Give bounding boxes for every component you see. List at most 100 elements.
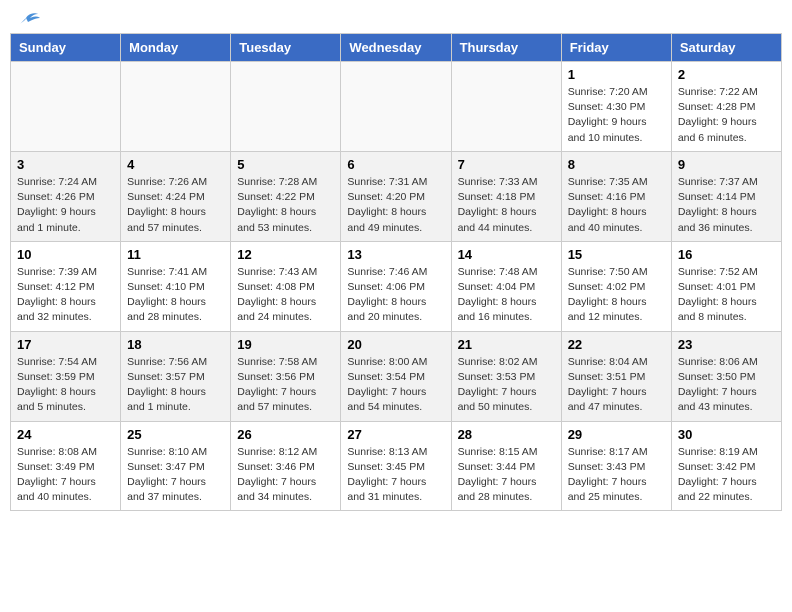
day-info: Sunrise: 7:58 AM Sunset: 3:56 PM Dayligh…	[237, 355, 334, 416]
day-number: 18	[127, 337, 224, 352]
day-info: Sunrise: 8:12 AM Sunset: 3:46 PM Dayligh…	[237, 445, 334, 506]
calendar-day: 17 Sunrise: 7:54 AM Sunset: 3:59 PM Dayli…	[11, 331, 121, 421]
empty-day	[231, 62, 341, 152]
day-number: 7	[458, 157, 555, 172]
calendar-day: 21 Sunrise: 8:02 AM Sunset: 3:53 PM Dayli…	[451, 331, 561, 421]
day-info: Sunrise: 8:10 AM Sunset: 3:47 PM Dayligh…	[127, 445, 224, 506]
empty-day	[121, 62, 231, 152]
day-info: Sunrise: 7:56 AM Sunset: 3:57 PM Dayligh…	[127, 355, 224, 416]
day-number: 3	[17, 157, 114, 172]
weekday-header: Wednesday	[341, 34, 451, 62]
day-number: 9	[678, 157, 775, 172]
day-number: 1	[568, 67, 665, 82]
day-info: Sunrise: 8:06 AM Sunset: 3:50 PM Dayligh…	[678, 355, 775, 416]
calendar-day: 18 Sunrise: 7:56 AM Sunset: 3:57 PM Dayli…	[121, 331, 231, 421]
calendar-day: 12 Sunrise: 7:43 AM Sunset: 4:08 PM Dayli…	[231, 241, 341, 331]
day-number: 8	[568, 157, 665, 172]
weekday-header: Saturday	[671, 34, 781, 62]
day-info: Sunrise: 7:28 AM Sunset: 4:22 PM Dayligh…	[237, 175, 334, 236]
day-number: 16	[678, 247, 775, 262]
day-info: Sunrise: 7:48 AM Sunset: 4:04 PM Dayligh…	[458, 265, 555, 326]
day-info: Sunrise: 7:43 AM Sunset: 4:08 PM Dayligh…	[237, 265, 334, 326]
day-number: 6	[347, 157, 444, 172]
calendar-day: 25 Sunrise: 8:10 AM Sunset: 3:47 PM Dayli…	[121, 421, 231, 511]
calendar-day: 29 Sunrise: 8:17 AM Sunset: 3:43 PM Dayli…	[561, 421, 671, 511]
day-number: 20	[347, 337, 444, 352]
day-number: 26	[237, 427, 334, 442]
calendar-day: 22 Sunrise: 8:04 AM Sunset: 3:51 PM Dayli…	[561, 331, 671, 421]
day-number: 19	[237, 337, 334, 352]
calendar-day: 4 Sunrise: 7:26 AM Sunset: 4:24 PM Daylig…	[121, 151, 231, 241]
day-info: Sunrise: 7:24 AM Sunset: 4:26 PM Dayligh…	[17, 175, 114, 236]
day-number: 24	[17, 427, 114, 442]
logo-bird-icon	[12, 10, 40, 32]
day-number: 29	[568, 427, 665, 442]
calendar-day: 30 Sunrise: 8:19 AM Sunset: 3:42 PM Dayli…	[671, 421, 781, 511]
day-number: 15	[568, 247, 665, 262]
empty-day	[11, 62, 121, 152]
calendar-day: 23Sunrise: 8:06 AM Sunset: 3:50 PM Dayli…	[671, 331, 781, 421]
calendar-day: 2 Sunrise: 7:22 AM Sunset: 4:28 PM Daylig…	[671, 62, 781, 152]
day-info: Sunrise: 7:52 AM Sunset: 4:01 PM Dayligh…	[678, 265, 775, 326]
day-number: 12	[237, 247, 334, 262]
weekday-header: Monday	[121, 34, 231, 62]
calendar-day: 1 Sunrise: 7:20 AM Sunset: 4:30 PM Daylig…	[561, 62, 671, 152]
day-number: 14	[458, 247, 555, 262]
day-info: Sunrise: 7:46 AM Sunset: 4:06 PM Dayligh…	[347, 265, 444, 326]
calendar-day: 16 Sunrise: 7:52 AM Sunset: 4:01 PM Dayli…	[671, 241, 781, 331]
day-number: 11	[127, 247, 224, 262]
day-info: Sunrise: 8:02 AM Sunset: 3:53 PM Dayligh…	[458, 355, 555, 416]
day-info: Sunrise: 8:00 AM Sunset: 3:54 PM Dayligh…	[347, 355, 444, 416]
day-info: Sunrise: 7:20 AM Sunset: 4:30 PM Dayligh…	[568, 85, 665, 146]
day-info: Sunrise: 7:35 AM Sunset: 4:16 PM Dayligh…	[568, 175, 665, 236]
weekday-header: Thursday	[451, 34, 561, 62]
day-number: 21	[458, 337, 555, 352]
day-info: Sunrise: 8:17 AM Sunset: 3:43 PM Dayligh…	[568, 445, 665, 506]
day-number: 17	[17, 337, 114, 352]
day-info: Sunrise: 8:19 AM Sunset: 3:42 PM Dayligh…	[678, 445, 775, 506]
calendar-day: 15 Sunrise: 7:50 AM Sunset: 4:02 PM Dayli…	[561, 241, 671, 331]
day-info: Sunrise: 7:22 AM Sunset: 4:28 PM Dayligh…	[678, 85, 775, 146]
day-number: 27	[347, 427, 444, 442]
day-info: Sunrise: 7:54 AM Sunset: 3:59 PM Dayligh…	[17, 355, 114, 416]
day-number: 4	[127, 157, 224, 172]
day-number: 22	[568, 337, 665, 352]
calendar-day: 5 Sunrise: 7:28 AM Sunset: 4:22 PM Daylig…	[231, 151, 341, 241]
day-info: Sunrise: 7:31 AM Sunset: 4:20 PM Dayligh…	[347, 175, 444, 236]
calendar-day: 14 Sunrise: 7:48 AM Sunset: 4:04 PM Dayli…	[451, 241, 561, 331]
weekday-header: Friday	[561, 34, 671, 62]
calendar-day: 26 Sunrise: 8:12 AM Sunset: 3:46 PM Dayli…	[231, 421, 341, 511]
calendar-day: 20 Sunrise: 8:00 AM Sunset: 3:54 PM Dayli…	[341, 331, 451, 421]
day-info: Sunrise: 8:13 AM Sunset: 3:45 PM Dayligh…	[347, 445, 444, 506]
calendar-day: 9Sunrise: 7:37 AM Sunset: 4:14 PM Daylig…	[671, 151, 781, 241]
calendar-day: 8 Sunrise: 7:35 AM Sunset: 4:16 PM Daylig…	[561, 151, 671, 241]
day-info: Sunrise: 7:50 AM Sunset: 4:02 PM Dayligh…	[568, 265, 665, 326]
day-info: Sunrise: 7:26 AM Sunset: 4:24 PM Dayligh…	[127, 175, 224, 236]
empty-day	[451, 62, 561, 152]
day-info: Sunrise: 8:08 AM Sunset: 3:49 PM Dayligh…	[17, 445, 114, 506]
calendar-day: 10 Sunrise: 7:39 AM Sunset: 4:12 PM Dayli…	[11, 241, 121, 331]
calendar-day: 13 Sunrise: 7:46 AM Sunset: 4:06 PM Dayli…	[341, 241, 451, 331]
day-number: 25	[127, 427, 224, 442]
day-info: Sunrise: 7:41 AM Sunset: 4:10 PM Dayligh…	[127, 265, 224, 326]
day-info: Sunrise: 7:33 AM Sunset: 4:18 PM Dayligh…	[458, 175, 555, 236]
calendar: SundayMondayTuesdayWednesdayThursdayFrid…	[10, 33, 782, 511]
calendar-day: 3 Sunrise: 7:24 AM Sunset: 4:26 PM Daylig…	[11, 151, 121, 241]
calendar-day: 7 Sunrise: 7:33 AM Sunset: 4:18 PM Daylig…	[451, 151, 561, 241]
weekday-header: Tuesday	[231, 34, 341, 62]
day-number: 2	[678, 67, 775, 82]
weekday-header: Sunday	[11, 34, 121, 62]
calendar-day: 11 Sunrise: 7:41 AM Sunset: 4:10 PM Dayli…	[121, 241, 231, 331]
logo	[10, 10, 40, 28]
day-number: 10	[17, 247, 114, 262]
day-info: Sunrise: 8:04 AM Sunset: 3:51 PM Dayligh…	[568, 355, 665, 416]
calendar-day: 27 Sunrise: 8:13 AM Sunset: 3:45 PM Dayli…	[341, 421, 451, 511]
day-info: Sunrise: 7:39 AM Sunset: 4:12 PM Dayligh…	[17, 265, 114, 326]
day-number: 13	[347, 247, 444, 262]
day-number: 30	[678, 427, 775, 442]
day-number: 28	[458, 427, 555, 442]
calendar-day: 28Sunrise: 8:15 AM Sunset: 3:44 PM Dayli…	[451, 421, 561, 511]
calendar-day: 6 Sunrise: 7:31 AM Sunset: 4:20 PM Daylig…	[341, 151, 451, 241]
day-number: 5	[237, 157, 334, 172]
calendar-day: 19 Sunrise: 7:58 AM Sunset: 3:56 PM Dayli…	[231, 331, 341, 421]
